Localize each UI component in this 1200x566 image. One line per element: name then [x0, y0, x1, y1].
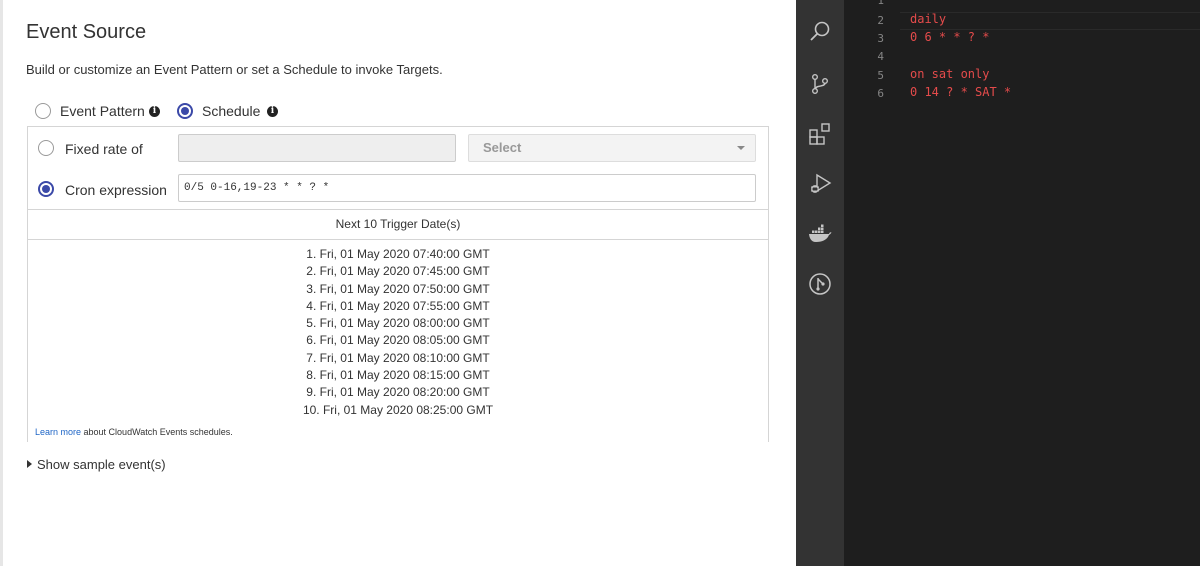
code-line[interactable]: on sat only: [910, 67, 989, 81]
line-number: 2: [877, 14, 884, 27]
show-sample-toggle[interactable]: Show sample event(s): [27, 457, 166, 472]
code-line[interactable]: daily: [910, 12, 946, 26]
fixed-rate-radio[interactable]: [38, 140, 54, 156]
trigger-date: 3. Fri, 01 May 2020 07:50:00 GMT: [306, 281, 490, 296]
learn-more-text: about CloudWatch Events schedules.: [81, 427, 233, 437]
run-debug-icon[interactable]: [808, 172, 832, 196]
schedule-label: Schedule: [202, 103, 261, 119]
line-number: 3: [877, 32, 884, 45]
chevron-down-icon: [737, 146, 745, 150]
docker-icon[interactable]: [808, 222, 832, 246]
cron-expression-label: Cron expression: [65, 182, 167, 198]
page-description: Build or customize an Event Pattern or s…: [26, 62, 443, 77]
show-sample-label: Show sample event(s): [37, 457, 166, 472]
activity-bar: [796, 0, 844, 566]
trigger-date: 8. Fri, 01 May 2020 08:15:00 GMT: [306, 368, 490, 383]
code-editor[interactable]: [844, 0, 1200, 566]
trigger-date: 6. Fri, 01 May 2020 08:05:00 GMT: [306, 333, 490, 348]
trigger-date: 2. Fri, 01 May 2020 07:45:00 GMT: [306, 264, 490, 279]
schedule-radio[interactable]: [177, 103, 193, 119]
cron-expression-input[interactable]: 0/5 0-16,19-23 * * ? *: [178, 174, 756, 202]
rate-unit-select-value: Select: [483, 140, 522, 155]
trigger-date: 7. Fri, 01 May 2020 08:10:00 GMT: [306, 350, 490, 365]
next-trigger-header: Next 10 Trigger Date(s): [27, 209, 769, 240]
info-icon[interactable]: i: [149, 106, 160, 117]
line-number: 4: [877, 50, 884, 63]
code-line[interactable]: 0 14 ? * SAT *: [910, 85, 1011, 99]
trigger-date: 5. Fri, 01 May 2020 08:00:00 GMT: [306, 316, 490, 331]
event-source-panel: Event Source Build or customize an Event…: [0, 0, 796, 566]
line-number: 1: [877, 0, 884, 7]
event-pattern-label: Event Pattern: [60, 103, 145, 119]
trigger-date: 4. Fri, 01 May 2020 07:55:00 GMT: [306, 298, 490, 313]
code-line[interactable]: 0 6 * * ? *: [910, 30, 989, 44]
learn-more-note: Learn more about CloudWatch Events sched…: [35, 427, 233, 437]
trigger-date: 10. Fri, 01 May 2020 08:25:00 GMT: [302, 402, 494, 417]
event-pattern-radio[interactable]: [35, 103, 51, 119]
caret-right-icon: [27, 460, 32, 468]
page-title: Event Source: [26, 21, 147, 43]
cron-expression-radio[interactable]: [38, 181, 54, 197]
git-graph-icon[interactable]: [808, 272, 832, 296]
source-control-icon[interactable]: [808, 72, 832, 96]
fixed-rate-input[interactable]: [178, 134, 456, 162]
learn-more-link[interactable]: Learn more: [35, 427, 81, 437]
trigger-date: 1. Fri, 01 May 2020 07:40:00 GMT: [306, 247, 490, 261]
info-icon[interactable]: i: [267, 106, 278, 117]
extensions-icon[interactable]: [808, 122, 832, 146]
rate-unit-select[interactable]: Select: [468, 134, 756, 162]
line-number: 5: [877, 69, 884, 82]
trigger-date: 9. Fri, 01 May 2020 08:20:00 GMT: [306, 385, 490, 400]
fixed-rate-label: Fixed rate of: [65, 141, 143, 157]
trigger-date-list: 1. Fri, 01 May 2020 07:40:00 GMT 2. Fri,…: [27, 246, 769, 419]
line-number: 6: [877, 87, 884, 100]
search-icon[interactable]: [808, 20, 832, 44]
